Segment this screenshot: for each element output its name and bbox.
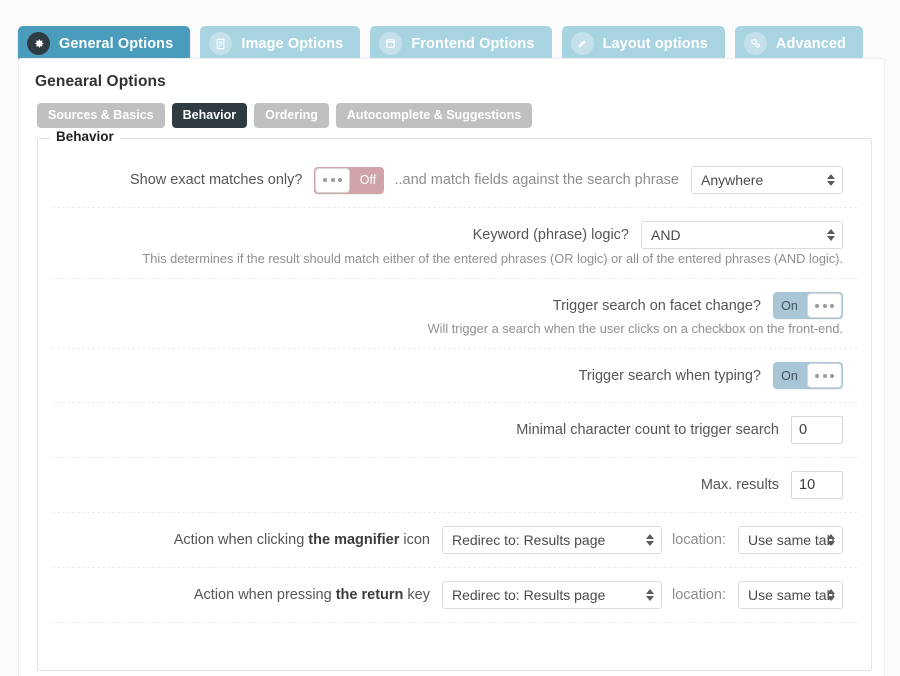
image-icon (209, 32, 232, 55)
max-results-label: Max. results (701, 477, 779, 493)
row-keyword-logic: Keyword (phrase) logic? AND This determi… (52, 208, 857, 279)
return-action-select[interactable]: Redirec to: Results page (442, 581, 662, 609)
options-page: General Options Image Options Fronte (0, 0, 900, 676)
select-value: Use same tab (748, 587, 834, 603)
row-exact-matches: Show exact matches only? Off ..and match… (52, 153, 857, 208)
toggle-handle (315, 168, 350, 193)
min-chars-input[interactable] (791, 416, 843, 444)
tab-general-options[interactable]: General Options (18, 26, 190, 62)
settings-icon (744, 32, 767, 55)
select-value: Anywhere (701, 172, 763, 188)
min-chars-label: Minimal character count to trigger searc… (516, 422, 779, 438)
row-max-results: Max. results (52, 458, 857, 513)
chevron-updown-icon (827, 229, 835, 241)
facet-change-toggle[interactable]: On (773, 292, 843, 319)
tab-layout-options[interactable]: Layout options (562, 26, 725, 62)
tab-advanced[interactable]: Advanced (735, 26, 863, 62)
chevron-updown-icon (827, 589, 835, 601)
facet-change-label: Trigger search on facet change? (553, 298, 761, 314)
magnifier-action-label: Action when clicking the magnifier icon (174, 532, 430, 548)
subtab-sources-basics[interactable]: Sources & Basics (37, 103, 165, 128)
sub-tab-bar: Sources & Basics Behavior Ordering Autoc… (19, 91, 884, 128)
exact-matches-label: Show exact matches only? (130, 172, 302, 188)
toggle-state-label: On (773, 362, 806, 389)
exact-matches-toggle[interactable]: Off (314, 167, 384, 194)
magnifier-action-select[interactable]: Redirec to: Results page (442, 526, 662, 554)
keyword-logic-select[interactable]: AND (641, 221, 843, 249)
gear-icon (27, 32, 50, 55)
select-value: Redirec to: Results page (452, 532, 605, 548)
return-action-label: Action when pressing the return key (194, 587, 430, 603)
row-magnifier-action: Action when clicking the magnifier icon … (52, 513, 857, 568)
chevron-updown-icon (646, 589, 654, 601)
tab-frontend-options[interactable]: Frontend Options (370, 26, 551, 62)
keyword-logic-help: This determines if the result should mat… (52, 249, 857, 278)
chevron-updown-icon (646, 534, 654, 546)
monitor-icon (379, 32, 402, 55)
row-when-typing: Trigger search when typing? On (52, 349, 857, 403)
return-location-label: location: (672, 587, 726, 603)
magnifier-location-select[interactable]: Use same tab (738, 526, 843, 554)
row-min-chars: Minimal character count to trigger searc… (52, 403, 857, 458)
pencil-icon (571, 32, 594, 55)
behavior-fieldset: Behavior Show exact matches only? Off ..… (37, 138, 872, 671)
toggle-handle (807, 293, 842, 318)
select-value: Redirec to: Results page (452, 587, 605, 603)
fieldset-legend: Behavior (50, 129, 120, 144)
magnifier-location-label: location: (672, 532, 726, 548)
chevron-updown-icon (827, 534, 835, 546)
return-location-select[interactable]: Use same tab (738, 581, 843, 609)
when-typing-toggle[interactable]: On (773, 362, 843, 389)
keyword-logic-label: Keyword (phrase) logic? (473, 227, 629, 243)
options-panel: Genearal Options Sources & Basics Behavi… (18, 58, 885, 676)
when-typing-label: Trigger search when typing? (579, 368, 761, 384)
row-facet-change: Trigger search on facet change? On Will … (52, 279, 857, 349)
select-value: Use same tab (748, 532, 834, 548)
select-value: AND (651, 227, 681, 243)
max-results-input[interactable] (791, 471, 843, 499)
facet-change-help: Will trigger a search when the user clic… (52, 319, 857, 348)
page-title: Genearal Options (19, 59, 884, 91)
subtab-ordering[interactable]: Ordering (254, 103, 329, 128)
tab-image-options[interactable]: Image Options (200, 26, 360, 62)
chevron-updown-icon (827, 174, 835, 186)
subtab-autocomplete-suggestions[interactable]: Autocomplete & Suggestions (336, 103, 532, 128)
tab-label: Layout options (603, 36, 708, 52)
subtab-behavior[interactable]: Behavior (172, 103, 248, 128)
tab-label: Advanced (776, 36, 846, 52)
tab-label: Image Options (241, 36, 343, 52)
tab-label: General Options (59, 36, 173, 52)
row-return-action: Action when pressing the return key Redi… (52, 568, 857, 623)
toggle-state-label: On (773, 292, 806, 319)
toggle-state-label: Off (351, 167, 384, 194)
toggle-handle (807, 363, 842, 388)
match-fields-select[interactable]: Anywhere (691, 166, 843, 194)
match-fields-label: ..and match fields against the search ph… (394, 172, 679, 188)
tab-label: Frontend Options (411, 36, 534, 52)
